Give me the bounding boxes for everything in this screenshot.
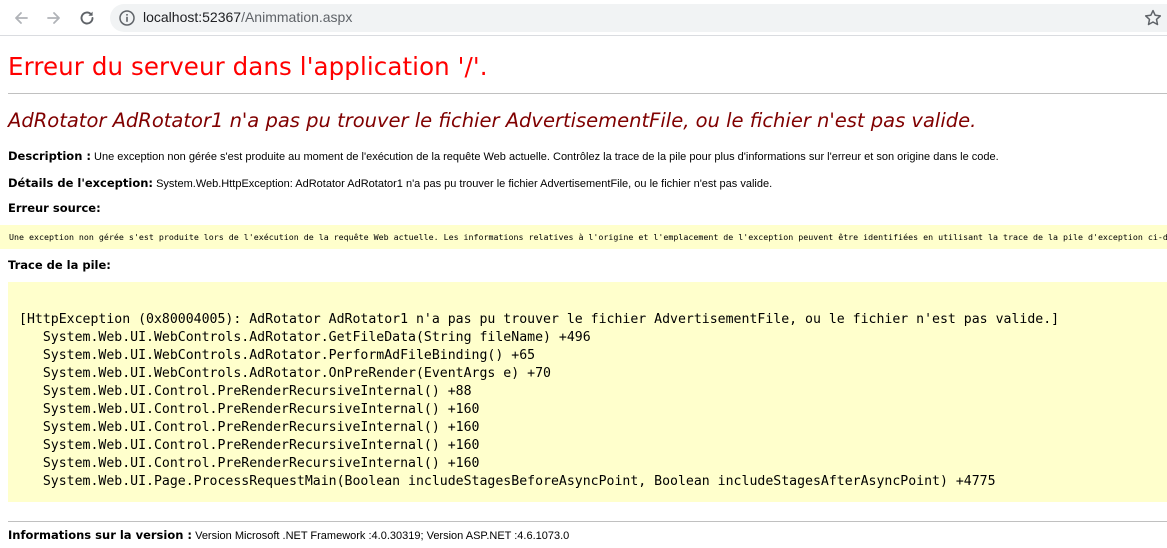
page-title: Erreur du serveur dans l'application '/'… xyxy=(8,52,488,81)
stack-trace-line: System.Web.UI.WebControls.AdRotator.OnPr… xyxy=(19,366,551,381)
url-host: localhost:52367 xyxy=(143,9,242,25)
version-text: Version Microsoft .NET Framework :4.0.30… xyxy=(192,530,570,542)
version-label: Informations sur la version : xyxy=(8,528,193,542)
arrow-left-icon xyxy=(15,12,28,24)
url-text[interactable]: localhost:52367/Animmation.aspx xyxy=(143,9,352,25)
stack-trace: [HttpException (0x80004005): AdRotator A… xyxy=(19,311,1059,491)
exception-label: Détails de l'exception: xyxy=(8,176,154,190)
exception-line: Détails de l'exception: System.Web.HttpE… xyxy=(8,176,772,190)
arrow-right-icon xyxy=(47,12,60,24)
stack-trace-line: System.Web.UI.Control.PreRenderRecursive… xyxy=(19,402,480,417)
stack-trace-line: System.Web.UI.WebControls.AdRotator.GetF… xyxy=(19,330,591,345)
description-line: Description : Une exception non gérée s'… xyxy=(8,149,999,163)
browser-toolbar: localhost:52367/Animmation.aspx xyxy=(0,0,1167,36)
stack-trace-line: System.Web.UI.Control.PreRenderRecursive… xyxy=(19,438,480,453)
stack-trace-line: System.Web.UI.Page.ProcessRequestMain(Bo… xyxy=(19,474,996,489)
title-divider xyxy=(8,93,1167,94)
stack-trace-line: System.Web.UI.Control.PreRenderRecursive… xyxy=(19,420,480,435)
version-divider xyxy=(8,521,1167,522)
info-icon[interactable] xyxy=(118,9,136,27)
back-button[interactable] xyxy=(8,5,34,31)
error-heading: AdRotator AdRotator1 n'a pas pu trouver … xyxy=(8,109,977,132)
source-label: Erreur source: xyxy=(8,201,101,215)
address-bar[interactable]: localhost:52367/Animmation.aspx xyxy=(110,4,1167,32)
source-heading: Erreur source: xyxy=(8,201,101,215)
source-error-box: Une exception non gérée s'est produite l… xyxy=(0,225,1167,249)
forward-button[interactable] xyxy=(41,5,67,31)
stack-label: Trace de la pile: xyxy=(8,258,111,272)
star-icon[interactable] xyxy=(1143,8,1163,28)
stack-trace-box: [HttpException (0x80004005): AdRotator A… xyxy=(8,282,1167,502)
description-label: Description : xyxy=(8,149,91,163)
stack-trace-line: [HttpException (0x80004005): AdRotator A… xyxy=(19,312,1060,327)
stack-heading: Trace de la pile: xyxy=(8,258,111,272)
exception-text: System.Web.HttpException: AdRotator AdRo… xyxy=(153,178,773,190)
version-line: Informations sur la version : Version Mi… xyxy=(8,528,569,542)
source-error-text: Une exception non gérée s'est produite l… xyxy=(9,232,1167,242)
url-path: /Animmation.aspx xyxy=(241,9,353,25)
stack-trace-line: System.Web.UI.WebControls.AdRotator.Perf… xyxy=(19,348,536,363)
stack-trace-line: System.Web.UI.Control.PreRenderRecursive… xyxy=(19,384,472,399)
reload-button[interactable] xyxy=(74,5,100,31)
reload-icon xyxy=(80,11,94,25)
description-text: Une exception non gérée s'est produite a… xyxy=(90,151,999,163)
stack-trace-line: System.Web.UI.Control.PreRenderRecursive… xyxy=(19,456,480,471)
